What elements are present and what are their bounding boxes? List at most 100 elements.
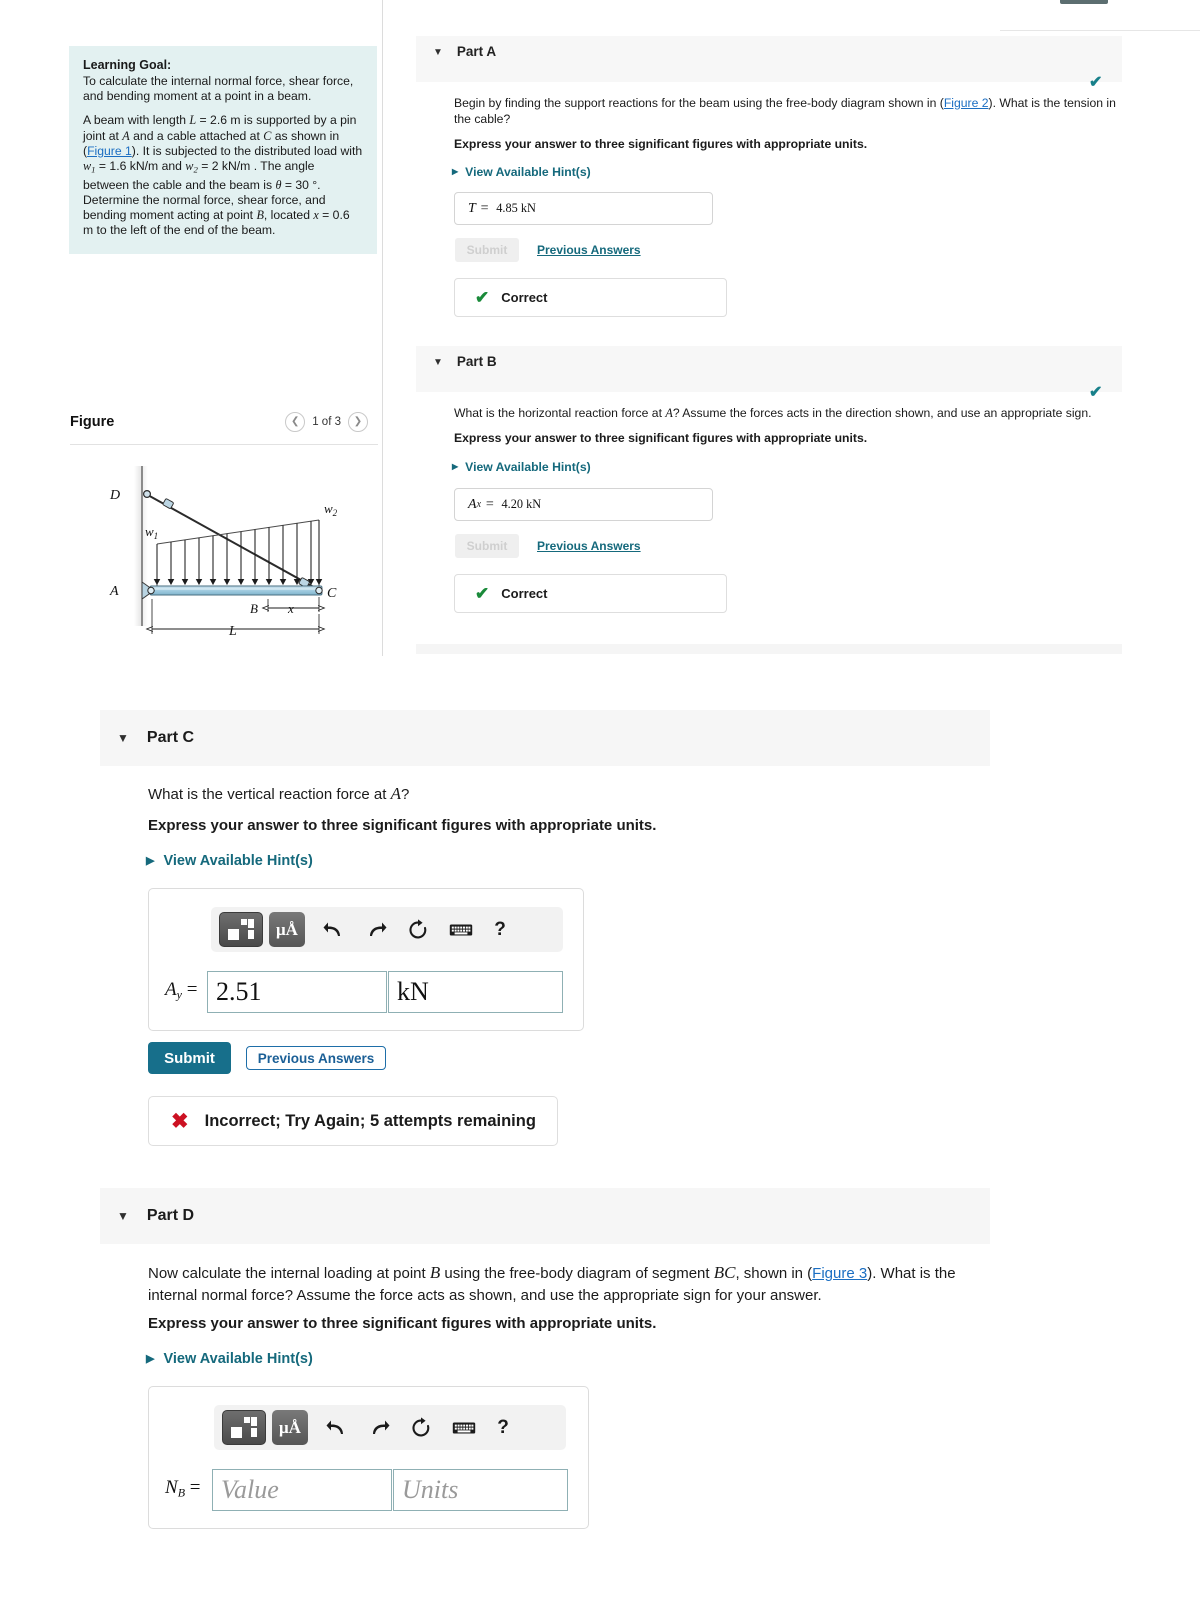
part-d-value-input[interactable]: Value xyxy=(212,1469,392,1511)
part-d-field-label: NB = xyxy=(165,1477,201,1501)
mastering-physics-problem-page: Learning Goal: To calculate the internal… xyxy=(0,0,1200,1616)
figure-3-link[interactable]: Figure 3 xyxy=(812,1265,867,1282)
part-b-label: Part B xyxy=(456,354,497,369)
pd-field-eq: = xyxy=(189,1477,201,1498)
triangle-right-icon: ▶ xyxy=(146,1352,155,1365)
part-c-units-input[interactable]: kN xyxy=(388,971,563,1013)
part-a-label: Part A xyxy=(456,44,497,59)
part-d-units-input[interactable]: Units xyxy=(393,1469,568,1511)
part-b-question: What is the horizontal reaction force at… xyxy=(454,405,1124,421)
section-separator-strip xyxy=(416,644,1122,654)
figure-2-link[interactable]: Figure 2 xyxy=(944,96,989,110)
help-icon[interactable]: ? xyxy=(490,1411,516,1445)
math-template-icon[interactable] xyxy=(222,1410,266,1445)
part-a-instruction: Express your answer to three significant… xyxy=(454,137,868,151)
pc-q1: What is the vertical reaction force at xyxy=(148,786,391,803)
part-b-answer-box: Ax = 4.20 kN xyxy=(454,488,713,521)
figure-1-link[interactable]: Figure 1 xyxy=(87,144,132,158)
part-d-header[interactable]: ▼ Part D xyxy=(100,1188,990,1244)
part-b-verdict: ✔ Correct xyxy=(454,574,727,613)
units-mu-angstrom-icon[interactable]: μÅ xyxy=(272,1410,308,1445)
pb-sym-A: A xyxy=(665,406,673,420)
keyboard-icon[interactable] xyxy=(445,913,477,947)
lg-sym-A: A xyxy=(122,128,130,143)
pc-field-eq: = xyxy=(186,979,198,1000)
part-c-field-label: Ay = xyxy=(165,979,197,1003)
undo-icon[interactable] xyxy=(322,1411,352,1445)
keyboard-icon[interactable] xyxy=(448,1411,480,1445)
part-a-answer-box: T = 4.85 kN xyxy=(454,192,713,225)
check-icon: ✔ xyxy=(475,287,490,307)
math-template-icon[interactable] xyxy=(219,912,263,947)
part-c-submit-button[interactable]: Submit xyxy=(148,1042,231,1074)
learning-goal-panel: Learning Goal: To calculate the internal… xyxy=(69,46,377,254)
part-a-header[interactable]: ▼ Part A xyxy=(416,36,1122,82)
figure-counter: 1 of 3 xyxy=(312,416,341,428)
pc-sym-A: A xyxy=(390,784,401,803)
part-b-answer-value: 4.20 kN xyxy=(501,497,542,511)
chevron-down-icon[interactable]: ▼ xyxy=(433,358,443,368)
part-a-previous-answers-link[interactable]: Previous Answers xyxy=(537,243,641,257)
help-icon[interactable]: ? xyxy=(487,913,513,947)
chevron-down-icon[interactable]: ▼ xyxy=(117,732,129,744)
pd-q2: using the free-body diagram of segment xyxy=(440,1265,714,1282)
part-b-hints-toggle[interactable]: ▶ View Available Hint(s) xyxy=(452,460,591,474)
units-mu-angstrom-icon[interactable]: μÅ xyxy=(269,912,305,947)
part-c-value-text: 2.51 xyxy=(216,977,262,1006)
part-d-units-placeholder: Units xyxy=(402,1475,459,1504)
figure-label-C: C xyxy=(327,586,337,601)
chevron-down-icon[interactable]: ▼ xyxy=(433,48,443,58)
pd-q3: , shown in ( xyxy=(735,1265,813,1282)
part-b-verdict-text: Correct xyxy=(501,586,548,601)
part-a-equals: = xyxy=(479,200,490,216)
part-c-verdict: ✖ Incorrect; Try Again; 5 attempts remai… xyxy=(148,1096,558,1146)
chevron-right-icon[interactable]: ❯ xyxy=(348,412,368,432)
part-a-hints-toggle[interactable]: ▶ View Available Hint(s) xyxy=(452,165,591,179)
units-button-label: μÅ xyxy=(276,919,298,939)
pd-field-sym: N xyxy=(165,1477,178,1498)
pane-divider xyxy=(382,0,383,656)
pc-field-sym: A xyxy=(165,979,177,1000)
pd-sym-B: B xyxy=(429,1263,441,1282)
part-a-submit-button: Submit xyxy=(455,238,519,262)
triangle-right-icon: ▶ xyxy=(146,854,155,867)
lg-t5: ). It is subjected to the distributed lo… xyxy=(131,143,363,158)
part-b-previous-answers-link[interactable]: Previous Answers xyxy=(537,539,641,553)
part-b-submit-button: Submit xyxy=(455,534,519,558)
reset-icon[interactable] xyxy=(403,913,433,947)
figure-navigation: ❮ 1 of 3 ❯ xyxy=(285,412,368,432)
x-icon: ✖ xyxy=(171,1109,189,1133)
part-c-value-input[interactable]: 2.51 xyxy=(207,971,387,1013)
lg-t1: A beam with length xyxy=(83,113,190,128)
part-a-verdict-text: Correct xyxy=(501,290,548,305)
part-d-hints-label: View Available Hint(s) xyxy=(163,1351,313,1367)
reset-icon[interactable] xyxy=(406,1411,436,1445)
part-c-header[interactable]: ▼ Part C xyxy=(100,710,990,766)
lg-sym-w1: w xyxy=(83,159,92,174)
part-c-hints-toggle[interactable]: ▶ View Available Hint(s) xyxy=(146,853,313,869)
beam-diagram-figure[interactable]: D A C B x L w1 w2 xyxy=(72,458,378,643)
chevron-left-icon[interactable]: ❮ xyxy=(285,412,306,432)
pd-field-sym-sub: B xyxy=(177,1485,186,1500)
lg-t9: , located xyxy=(263,208,314,223)
pb-q1: What is the horizontal reaction force at xyxy=(454,406,666,420)
part-d-hints-toggle[interactable]: ▶ View Available Hint(s) xyxy=(146,1351,313,1367)
chevron-down-icon[interactable]: ▼ xyxy=(117,1210,129,1222)
check-icon: ✔ xyxy=(475,583,490,603)
part-c-question: What is the vertical reaction force at A… xyxy=(148,783,928,806)
learning-goal-paragraph-1: To calculate the internal normal force, … xyxy=(83,74,354,104)
redo-icon[interactable] xyxy=(364,1411,394,1445)
triangle-right-icon: ▶ xyxy=(452,167,459,176)
lg-t3: and a cable attached at xyxy=(129,128,264,143)
part-a-hints-label: View Available Hint(s) xyxy=(465,165,591,179)
figure-label-A: A xyxy=(109,584,119,599)
part-c-previous-answers-button[interactable]: Previous Answers xyxy=(246,1046,386,1070)
lg-t6: = 1.6 kN/m and xyxy=(95,159,186,174)
figure-divider xyxy=(70,444,378,445)
figure-label-L: L xyxy=(228,624,237,639)
redo-icon[interactable] xyxy=(361,913,391,947)
part-b-answer-symbol: A xyxy=(468,496,477,512)
part-a-status-check-icon: ✔ xyxy=(1089,74,1103,91)
undo-icon[interactable] xyxy=(319,913,349,947)
part-b-header[interactable]: ▼ Part B xyxy=(416,346,1122,392)
